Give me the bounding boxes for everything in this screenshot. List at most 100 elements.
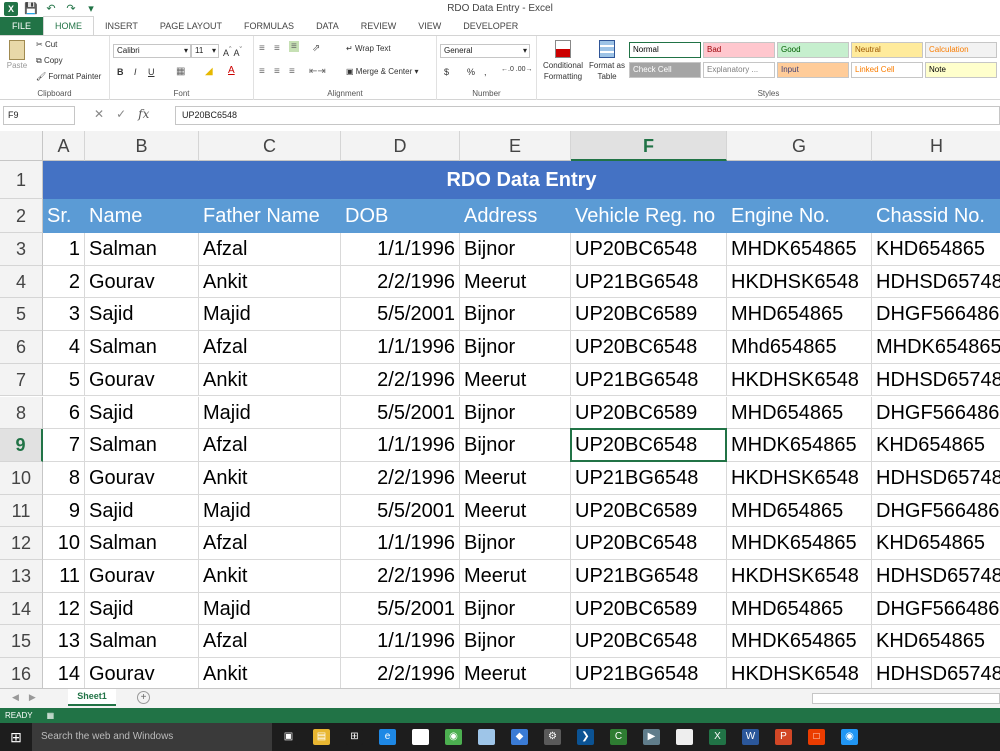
comma-button[interactable]: , bbox=[484, 67, 487, 77]
row-header-8[interactable]: 8 bbox=[0, 396, 43, 430]
excel-icon[interactable]: X bbox=[709, 729, 726, 745]
italic-button[interactable]: I bbox=[134, 67, 137, 77]
cell-style-calculation[interactable]: Calculation bbox=[925, 42, 997, 58]
horizontal-scrollbar[interactable] bbox=[812, 693, 1000, 704]
conditional-formatting-button[interactable]: Conditional Formatting bbox=[539, 40, 587, 82]
row-header-2[interactable]: 2 bbox=[0, 199, 43, 233]
cell-style-normal[interactable]: Normal bbox=[629, 42, 701, 58]
file-icon[interactable] bbox=[676, 729, 693, 745]
cut-button[interactable]: ✂ Cut bbox=[36, 40, 57, 49]
cell-f10[interactable]: UP21BG6548 bbox=[571, 461, 727, 495]
cell-a13[interactable]: 11 bbox=[43, 560, 85, 593]
tab-review[interactable]: REVIEW bbox=[350, 17, 408, 35]
cell-b3[interactable]: Salman bbox=[85, 233, 199, 266]
word-icon[interactable]: W bbox=[742, 729, 759, 745]
cell-g10[interactable]: HKDHSK6548 bbox=[727, 461, 872, 495]
enter-icon[interactable]: ✓ bbox=[116, 107, 126, 121]
cell-f9[interactable]: UP20BC6548 bbox=[571, 429, 727, 462]
tab-home[interactable]: HOME bbox=[43, 16, 95, 35]
cell-g5[interactable]: MHD654865 bbox=[727, 298, 872, 332]
font-size-buttons[interactable]: Aˆ Aˇ bbox=[223, 45, 242, 58]
cell-f11[interactable]: UP20BC6589 bbox=[571, 494, 727, 528]
cell-d4[interactable]: 2/2/1996 bbox=[341, 265, 460, 299]
taskbar-search[interactable]: Search the web and Windows bbox=[32, 723, 272, 751]
macro-record-icon[interactable]: ▦ bbox=[47, 711, 55, 720]
percent-button[interactable]: % bbox=[467, 67, 475, 77]
file-explorer-icon[interactable]: ▤ bbox=[313, 729, 330, 745]
header-cell-d[interactable]: DOB bbox=[341, 199, 460, 233]
cell-f3[interactable]: UP20BC6548 bbox=[571, 233, 727, 266]
align-left-icon[interactable]: ≡ bbox=[259, 66, 265, 77]
cell-e12[interactable]: Bijnor bbox=[460, 527, 571, 560]
cell-f4[interactable]: UP21BG6548 bbox=[571, 265, 727, 299]
row-header-7[interactable]: 7 bbox=[0, 363, 43, 397]
row-header-3[interactable]: 3 bbox=[0, 233, 43, 266]
cell-h12[interactable]: KHD654865 bbox=[872, 527, 1000, 560]
orientation-icon[interactable]: ⇗ bbox=[312, 43, 320, 54]
header-cell-c[interactable]: Father Name bbox=[199, 199, 341, 233]
cell-e4[interactable]: Meerut bbox=[460, 265, 571, 299]
row-header-5[interactable]: 5 bbox=[0, 298, 43, 332]
cancel-icon[interactable]: ✕ bbox=[94, 107, 104, 121]
column-header-h[interactable]: H bbox=[872, 131, 1000, 161]
bold-button[interactable]: B bbox=[117, 67, 124, 77]
cell-d15[interactable]: 1/1/1996 bbox=[341, 625, 460, 659]
cell-e14[interactable]: Bijnor bbox=[460, 592, 571, 626]
header-cell-h[interactable]: Chassid No. bbox=[872, 199, 1000, 233]
cell-a12[interactable]: 10 bbox=[43, 527, 85, 560]
settings-icon[interactable]: ⚙ bbox=[544, 729, 561, 745]
fill-color-icon[interactable]: ◢ bbox=[205, 66, 213, 77]
cell-c6[interactable]: Afzal bbox=[199, 331, 341, 364]
cell-style-explanatory[interactable]: Explanatory ... bbox=[703, 62, 775, 78]
cell-c11[interactable]: Majid bbox=[199, 494, 341, 528]
store-icon[interactable]: ⊞ bbox=[346, 729, 363, 745]
terminal-icon[interactable]: ❯ bbox=[577, 729, 594, 745]
cell-style-input[interactable]: Input bbox=[777, 62, 849, 78]
row-header-15[interactable]: 15 bbox=[0, 625, 43, 659]
underline-button[interactable]: U bbox=[148, 67, 155, 77]
cell-c12[interactable]: Afzal bbox=[199, 527, 341, 560]
cell-c5[interactable]: Majid bbox=[199, 298, 341, 332]
header-cell-a[interactable]: Sr. bbox=[43, 199, 85, 233]
font-name-select[interactable]: Calibri ▾ bbox=[113, 44, 191, 58]
cell-e9[interactable]: Bijnor bbox=[460, 429, 571, 462]
cell-style-neutral[interactable]: Neutral bbox=[851, 42, 923, 58]
cell-d9[interactable]: 1/1/1996 bbox=[341, 429, 460, 462]
cell-c7[interactable]: Ankit bbox=[199, 363, 341, 397]
currency-button[interactable]: $ bbox=[444, 67, 449, 77]
cell-b11[interactable]: Sajid bbox=[85, 494, 199, 528]
bottom-align-icon[interactable]: ≡ bbox=[289, 41, 299, 52]
cell-h5[interactable]: DHGF566486 bbox=[872, 298, 1000, 332]
cell-b9[interactable]: Salman bbox=[85, 429, 199, 462]
formula-input[interactable]: UP20BC6548 bbox=[175, 106, 1000, 125]
cell-h8[interactable]: DHGF566486 bbox=[872, 397, 1000, 430]
cell-g14[interactable]: MHD654865 bbox=[727, 592, 872, 626]
cell-h15[interactable]: KHD654865 bbox=[872, 625, 1000, 659]
cell-d3[interactable]: 1/1/1996 bbox=[341, 233, 460, 266]
cell-c14[interactable]: Majid bbox=[199, 592, 341, 626]
tab-view[interactable]: VIEW bbox=[407, 17, 452, 35]
row-header-6[interactable]: 6 bbox=[0, 331, 43, 364]
cell-b15[interactable]: Salman bbox=[85, 625, 199, 659]
cell-h4[interactable]: HDHSD65748 bbox=[872, 266, 1000, 299]
cell-b6[interactable]: Salman bbox=[85, 331, 199, 364]
cell-b7[interactable]: Gourav bbox=[85, 363, 199, 397]
header-cell-b[interactable]: Name bbox=[85, 199, 199, 233]
cell-a4[interactable]: 2 bbox=[43, 265, 85, 299]
cell-b10[interactable]: Gourav bbox=[85, 461, 199, 495]
merge-center-button[interactable]: ▣ Merge & Center ▾ bbox=[346, 67, 419, 76]
cell-e10[interactable]: Meerut bbox=[460, 461, 571, 495]
column-header-c[interactable]: C bbox=[199, 131, 341, 161]
cell-f7[interactable]: UP21BG6548 bbox=[571, 363, 727, 397]
cell-b14[interactable]: Sajid bbox=[85, 592, 199, 626]
cell-a9[interactable]: 7 bbox=[43, 429, 85, 462]
tab-file[interactable]: FILE bbox=[0, 17, 44, 35]
cell-d8[interactable]: 5/5/2001 bbox=[341, 396, 460, 430]
cell-e3[interactable]: Bijnor bbox=[460, 233, 571, 266]
cell-h3[interactable]: KHD654865 bbox=[872, 233, 1000, 266]
cell-c8[interactable]: Majid bbox=[199, 396, 341, 430]
cell-g8[interactable]: MHD654865 bbox=[727, 396, 872, 430]
document-icon[interactable] bbox=[412, 729, 429, 745]
cell-c16[interactable]: Ankit bbox=[199, 658, 341, 688]
font-color-icon[interactable]: A bbox=[228, 65, 235, 76]
